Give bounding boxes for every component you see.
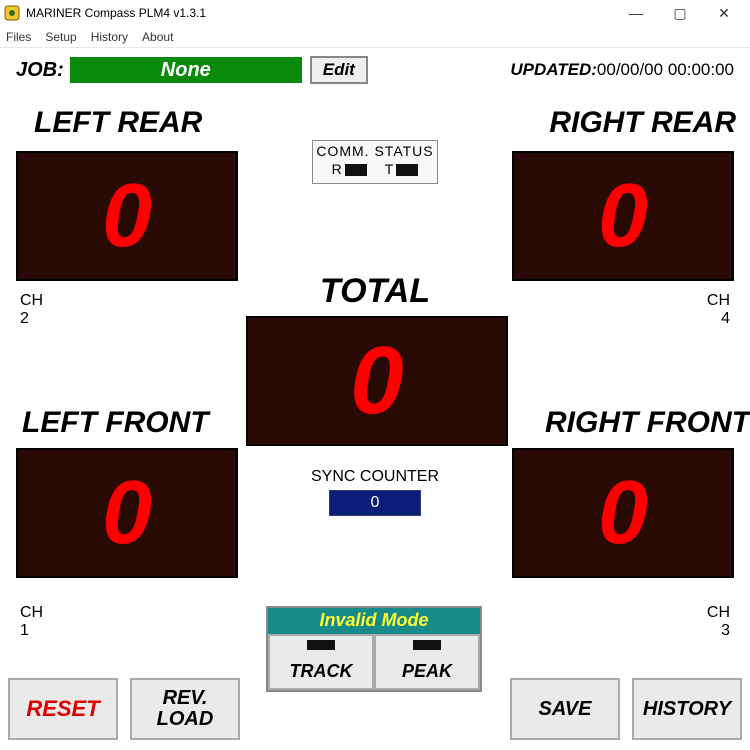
window-title: MARINER Compass PLM4 v1.3.1 [26, 6, 614, 20]
menu-files[interactable]: Files [6, 30, 31, 44]
track-led [307, 640, 335, 650]
app-icon [4, 5, 20, 21]
maximize-button[interactable]: ▢ [658, 0, 702, 26]
total-title: TOTAL [320, 274, 430, 308]
comm-t-led [396, 164, 418, 176]
comm-t: T [385, 161, 419, 177]
left-front-gauge: 0 [16, 448, 238, 578]
menu-bar: Files Setup History About [0, 26, 750, 48]
menu-about[interactable]: About [142, 30, 173, 44]
mode-panel: Invalid Mode TRACK PEAK [266, 606, 482, 692]
right-rear-title: RIGHT REAR [549, 108, 736, 138]
total-gauge: 0 [246, 316, 508, 446]
close-button[interactable]: ✕ [702, 0, 746, 26]
comm-r-led [345, 164, 367, 176]
save-button[interactable]: SAVE [510, 678, 620, 740]
updated-value: 00/00/00 00:00:00 [597, 60, 734, 79]
edit-button[interactable]: Edit [310, 56, 368, 84]
title-bar: MARINER Compass PLM4 v1.3.1 — ▢ ✕ [0, 0, 750, 26]
left-rear-title: LEFT REAR [34, 108, 202, 138]
right-rear-value: 0 [598, 171, 648, 261]
job-label: JOB: [16, 59, 64, 82]
ch-right-front: CH3 [707, 604, 730, 639]
ch-left-rear: CH2 [20, 292, 43, 327]
right-rear-gauge: 0 [512, 151, 734, 281]
left-rear-value: 0 [102, 171, 152, 261]
rev-load-button[interactable]: REV. LOAD [130, 678, 240, 740]
total-value: 0 [350, 333, 403, 429]
right-front-gauge: 0 [512, 448, 734, 578]
menu-setup[interactable]: Setup [45, 30, 76, 44]
ch-right-rear: CH4 [707, 292, 730, 327]
comm-status-label: COMM. STATUS [313, 143, 437, 159]
comm-status-box: COMM. STATUS R T [312, 140, 438, 184]
rev-load-label: REV. LOAD [157, 688, 214, 730]
job-row: JOB: None Edit UPDATED:00/00/00 00:00:00 [16, 56, 734, 84]
left-rear-gauge: 0 [16, 151, 238, 281]
peak-button[interactable]: PEAK [374, 634, 480, 690]
mode-title: Invalid Mode [268, 608, 480, 631]
peak-led [413, 640, 441, 650]
content-area: JOB: None Edit UPDATED:00/00/00 00:00:00… [0, 48, 750, 750]
sync-counter-value: 0 [329, 490, 421, 516]
window-controls: — ▢ ✕ [614, 0, 746, 26]
left-front-value: 0 [102, 468, 152, 558]
reset-button[interactable]: RESET [8, 678, 118, 740]
track-button[interactable]: TRACK [268, 634, 374, 690]
history-button[interactable]: HISTORY [632, 678, 742, 740]
ch-left-front: CH1 [20, 604, 43, 639]
left-front-title: LEFT FRONT [22, 408, 209, 438]
sync-counter-label: SYNC COUNTER [311, 468, 439, 486]
menu-history[interactable]: History [91, 30, 128, 44]
job-value: None [70, 57, 302, 83]
comm-r: R [332, 161, 367, 177]
updated: UPDATED:00/00/00 00:00:00 [510, 60, 734, 80]
right-front-value: 0 [598, 468, 648, 558]
updated-label: UPDATED: [510, 60, 597, 79]
right-front-title: RIGHT FRONT [545, 408, 750, 438]
minimize-button[interactable]: — [614, 0, 658, 26]
